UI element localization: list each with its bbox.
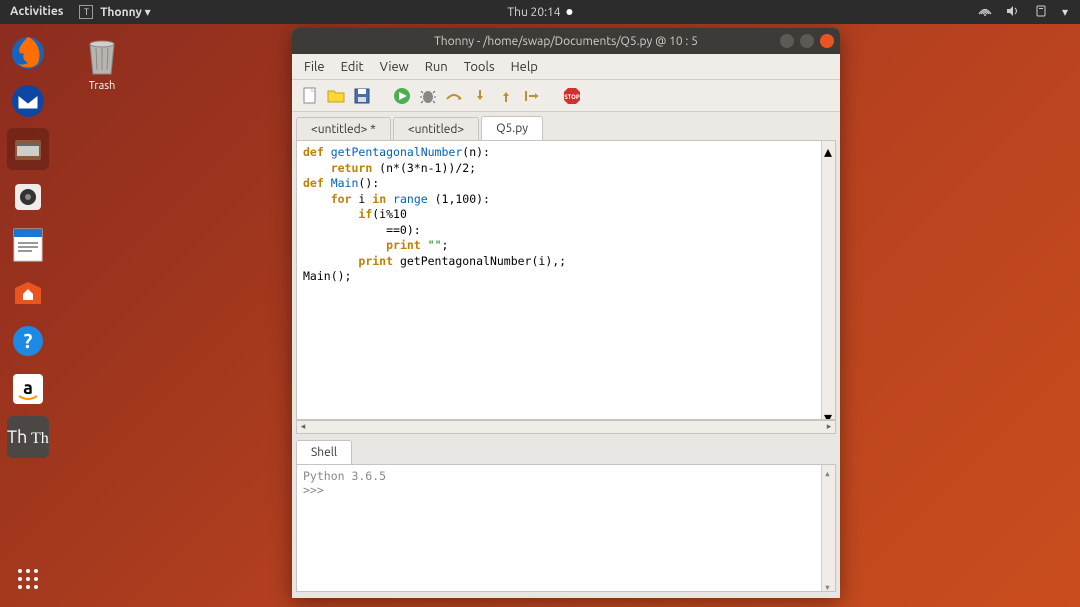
window-maximize-button[interactable] [800, 34, 814, 48]
window-minimize-button[interactable] [780, 34, 794, 48]
step-into-button[interactable] [470, 86, 490, 106]
power-icon[interactable] [1034, 4, 1048, 21]
scroll-left-arrow-icon[interactable]: ◂ [297, 421, 309, 433]
window-close-button[interactable] [820, 34, 834, 48]
clock[interactable]: Thu 20:14 [507, 6, 572, 19]
scroll-down-arrow-icon[interactable]: ▾ [824, 580, 834, 590]
save-button[interactable] [352, 86, 372, 106]
editor-scrollbar-vertical[interactable]: ▴ ▾ [821, 141, 835, 419]
network-icon[interactable] [978, 5, 992, 20]
editor-scrollbar-horizontal[interactable]: ◂ ▸ [296, 420, 836, 434]
top-panel: Activities T Thonny ▾ Thu 20:14 ▾ [0, 0, 1080, 24]
editor-tab-row: <untitled> * <untitled> Q5.py [292, 112, 840, 140]
volume-icon[interactable] [1006, 5, 1020, 20]
activities-button[interactable]: Activities [10, 5, 63, 18]
editor-tab-q5[interactable]: Q5.py [481, 116, 543, 141]
shell-prompt: >>> [303, 483, 829, 497]
trash-icon [80, 34, 124, 78]
shell-panel[interactable]: Python 3.6.5 >>> ▴ ▾ [296, 464, 836, 592]
thonny-window: Thonny - /home/swap/Documents/Q5.py @ 10… [292, 28, 840, 598]
new-file-button[interactable] [300, 86, 320, 106]
menu-help[interactable]: Help [505, 58, 544, 76]
debug-button[interactable] [418, 86, 438, 106]
dock-help[interactable]: ? [7, 320, 49, 362]
toolbar: STOP [292, 80, 840, 112]
dock-files[interactable] [7, 128, 49, 170]
launcher-dock: ? a ThTh [4, 32, 52, 458]
system-dropdown-icon[interactable]: ▾ [1062, 5, 1068, 19]
notification-dot-icon [567, 9, 573, 15]
menu-run[interactable]: Run [419, 58, 454, 76]
open-file-button[interactable] [326, 86, 346, 106]
scroll-up-arrow-icon[interactable]: ▴ [824, 142, 834, 152]
window-titlebar[interactable]: Thonny - /home/swap/Documents/Q5.py @ 10… [292, 28, 840, 54]
menu-view[interactable]: View [374, 58, 415, 76]
thonny-menu-icon: T [79, 5, 93, 19]
shell-tab-row: Shell [292, 440, 840, 464]
window-title: Thonny - /home/swap/Documents/Q5.py @ 10… [434, 35, 698, 48]
shell-version-line: Python 3.6.5 [303, 469, 829, 483]
svg-text:Th: Th [31, 430, 49, 447]
scroll-down-arrow-icon[interactable]: ▾ [824, 408, 834, 418]
editor-tab-untitled-2[interactable]: <untitled> [393, 117, 479, 141]
run-button[interactable] [392, 86, 412, 106]
menubar: File Edit View Run Tools Help [292, 54, 840, 80]
svg-text:?: ? [24, 329, 33, 352]
stop-button[interactable]: STOP [562, 86, 582, 106]
menu-edit[interactable]: Edit [335, 58, 370, 76]
desktop-trash[interactable]: Trash [80, 34, 124, 92]
dock-firefox[interactable] [7, 32, 49, 74]
shell-scrollbar-vertical[interactable]: ▴ ▾ [821, 465, 835, 591]
step-over-button[interactable] [444, 86, 464, 106]
dock-amazon[interactable]: a [7, 368, 49, 410]
chevron-down-icon: ▾ [145, 6, 151, 19]
step-out-button[interactable] [496, 86, 516, 106]
svg-text:STOP: STOP [564, 94, 580, 101]
active-app-menu[interactable]: T Thonny ▾ [79, 5, 150, 20]
svg-text:a: a [23, 378, 33, 398]
menu-file[interactable]: File [298, 58, 331, 76]
dock-ubuntu-software[interactable] [7, 272, 49, 314]
trash-label: Trash [80, 80, 124, 92]
dock-rhythmbox[interactable] [7, 176, 49, 218]
dock-libreoffice-writer[interactable] [7, 224, 49, 266]
dock-thonny[interactable]: ThTh [7, 416, 49, 458]
dock-thunderbird[interactable] [7, 80, 49, 122]
resume-button[interactable] [522, 86, 542, 106]
scroll-up-arrow-icon[interactable]: ▴ [824, 466, 834, 476]
scroll-right-arrow-icon[interactable]: ▸ [823, 421, 835, 433]
editor-tab-untitled-1[interactable]: <untitled> * [296, 117, 391, 141]
show-applications-button[interactable] [10, 561, 46, 597]
shell-tab[interactable]: Shell [296, 440, 352, 465]
menu-tools[interactable]: Tools [458, 58, 501, 76]
code-editor[interactable]: def getPentagonalNumber(n): return (n*(3… [296, 140, 836, 420]
